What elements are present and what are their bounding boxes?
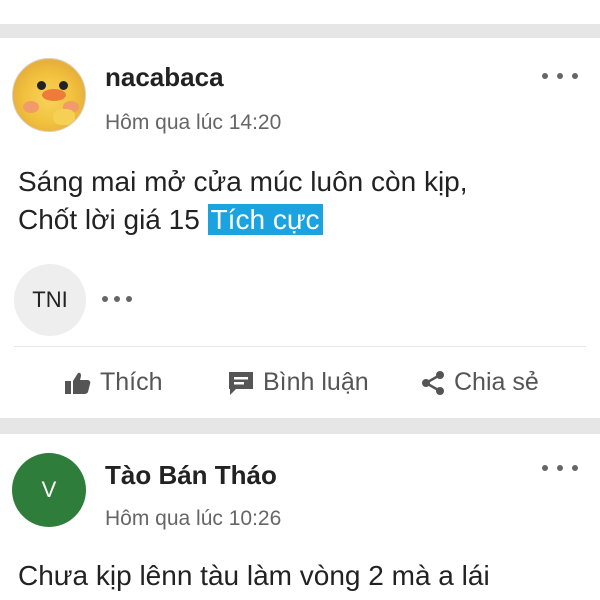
author-avatar[interactable]	[12, 58, 86, 132]
like-label: Thích	[100, 368, 163, 396]
divider	[14, 346, 586, 347]
more-reactions-icon[interactable]	[102, 294, 132, 304]
like-button[interactable]: Thích	[64, 368, 163, 397]
comment-icon	[229, 371, 253, 395]
post-content-line: Sáng mai mở cửa múc luôn còn kịp,	[18, 166, 468, 197]
share-label: Chia sẻ	[454, 368, 539, 396]
comment-label: Bình luận	[263, 368, 369, 396]
author-name[interactable]: Tào Bán Tháo	[105, 460, 277, 491]
post-content: Sáng mai mở cửa múc luôn còn kịp, Chốt l…	[18, 163, 468, 239]
post-timestamp: Hôm qua lúc 14:20	[105, 111, 282, 134]
comment-button[interactable]: Bình luận	[227, 368, 369, 397]
feed-separator	[0, 418, 600, 434]
post-content: Chưa kịp lênn tàu làm vòng 2 mà a lái	[18, 557, 490, 595]
post-content-line: Chưa kịp lênn tàu làm vòng 2 mà a lái	[18, 560, 490, 591]
post-card: nacabaca Hôm qua lúc 14:20 Sáng mai mở c…	[0, 38, 600, 418]
avatar-letter: V	[41, 477, 57, 502]
post-timestamp: Hôm qua lúc 10:26	[105, 507, 282, 530]
avatar-eye	[37, 81, 46, 90]
thumbs-up-icon	[65, 372, 91, 394]
feed-separator	[0, 24, 600, 38]
avatar-hand	[53, 109, 75, 125]
share-button[interactable]: Chia sẻ	[420, 368, 539, 397]
sentiment-tag[interactable]: Tích cực	[207, 204, 323, 235]
author-avatar[interactable]: V	[12, 453, 86, 527]
post-content-text: Chốt lời giá 15	[18, 204, 200, 235]
author-name[interactable]: nacabaca	[105, 62, 224, 93]
more-options-icon[interactable]	[542, 69, 578, 83]
avatar-beak	[42, 89, 66, 101]
post-card: V Tào Bán Tháo Hôm qua lúc 10:26 Chưa kị…	[0, 434, 600, 600]
share-icon	[422, 370, 444, 395]
avatar-eye	[59, 81, 68, 90]
post-content-line: Chốt lời giá 15 Tích cực	[18, 201, 468, 239]
reaction-chip-tni[interactable]: TNI	[14, 264, 86, 336]
avatar-cheek	[23, 101, 39, 113]
more-options-icon[interactable]	[542, 461, 578, 475]
previous-post-actions-strip	[0, 0, 600, 24]
